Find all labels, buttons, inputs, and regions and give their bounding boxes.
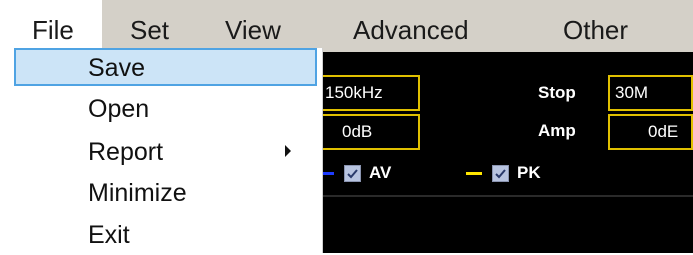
menu-item-open[interactable]: Open: [14, 89, 317, 127]
menu-item-report[interactable]: Report: [14, 132, 317, 170]
amp-field[interactable]: 0dE: [608, 114, 693, 150]
stop-label: Stop: [538, 83, 576, 102]
amp-label: Amp: [538, 121, 576, 140]
menu-file[interactable]: File: [12, 0, 102, 52]
reference-level-field[interactable]: 0dB: [318, 114, 420, 150]
start-frequency-field[interactable]: 150kHz: [318, 75, 420, 111]
submenu-arrow-icon: [285, 145, 291, 157]
av-color-swatch: [322, 171, 334, 175]
stop-frequency-field[interactable]: 30M: [608, 75, 693, 111]
menu-item-minimize[interactable]: Minimize: [14, 173, 317, 211]
menu-item-report-label: Report: [88, 138, 164, 166]
file-menu-dropdown: Save Open Report Minimize Exit: [12, 48, 323, 253]
panel-divider: [322, 195, 693, 197]
pk-checkbox[interactable]: [492, 164, 509, 182]
menu-item-exit[interactable]: Exit: [14, 215, 317, 253]
menu-set[interactable]: Set: [130, 0, 169, 52]
menu-view[interactable]: View: [225, 0, 281, 52]
legend-pk[interactable]: PK: [466, 158, 541, 188]
menu-bar: File Set View Advanced Other: [0, 0, 693, 253]
checkmark-icon: [495, 168, 506, 178]
pk-color-swatch: [466, 171, 482, 175]
pk-label: PK: [517, 163, 541, 182]
av-label: AV: [369, 163, 392, 182]
menu-item-save[interactable]: Save: [14, 48, 317, 86]
av-checkbox[interactable]: [344, 164, 361, 182]
menu-advanced[interactable]: Advanced: [353, 0, 469, 52]
legend-av[interactable]: AV: [322, 158, 391, 188]
checkmark-icon: [347, 168, 358, 178]
menu-other[interactable]: Other: [563, 0, 628, 52]
window-left-edge: [0, 0, 12, 253]
